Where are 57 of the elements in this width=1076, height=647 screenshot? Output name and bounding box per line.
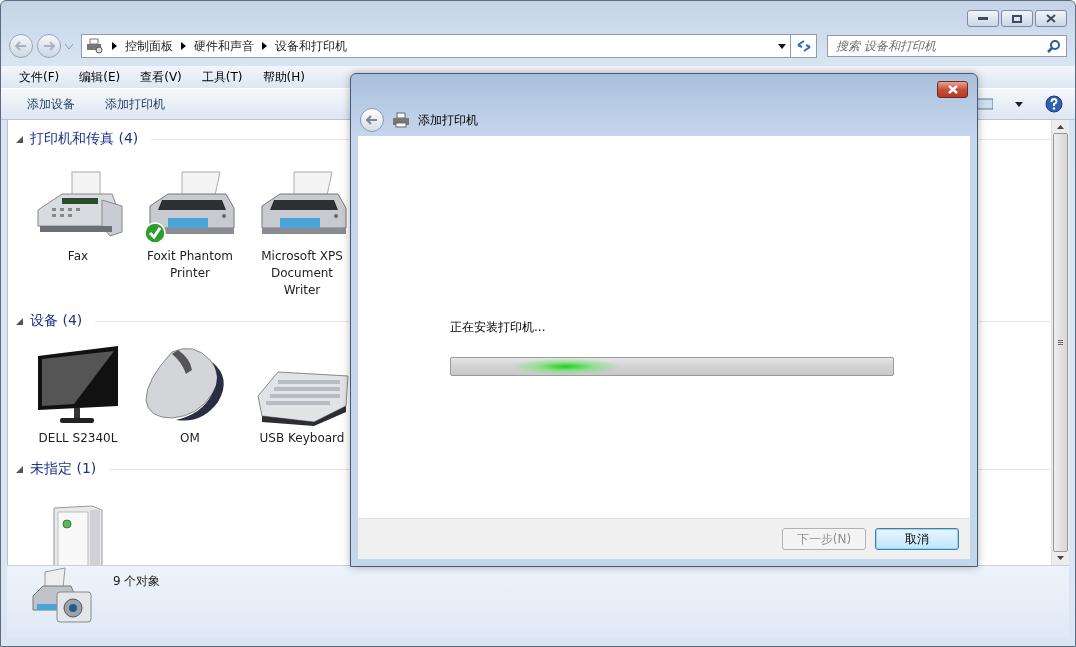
device-label: Fax <box>66 248 90 265</box>
toolbar-button[interactable]: 添加打印机 <box>95 91 175 117</box>
back-arrow-icon <box>15 41 27 51</box>
default-check-icon <box>144 222 166 244</box>
group-header[interactable]: 未指定 (1) <box>30 460 97 478</box>
printer-icon <box>392 112 410 128</box>
breadcrumb[interactable]: 设备和打印机 <box>275 37 347 55</box>
group-header[interactable]: 设备 (4) <box>30 312 83 330</box>
chevron-icon[interactable] <box>112 42 117 50</box>
scrollbar-thumb[interactable] <box>1053 133 1068 552</box>
cancel-button[interactable]: 取消 <box>875 528 959 550</box>
refresh-button[interactable] <box>791 34 817 58</box>
toolbar-button[interactable]: 添加设备 <box>17 91 85 117</box>
item-count: 9 个对象 <box>113 573 161 590</box>
printer-camera-icon <box>31 566 95 626</box>
dropdown-arrow-icon[interactable] <box>1015 101 1023 107</box>
close-icon <box>1046 14 1056 23</box>
device-label: USB Keyboard <box>258 430 346 447</box>
close-button[interactable] <box>1035 10 1067 27</box>
back-arrow-icon <box>366 115 378 125</box>
dialog-title: 添加打印机 <box>418 111 478 129</box>
breadcrumb[interactable]: 控制面板 <box>125 37 173 55</box>
collapse-triangle-icon[interactable] <box>16 135 23 143</box>
group-header[interactable]: 打印机和传真 (4) <box>30 130 139 148</box>
collapse-triangle-icon[interactable] <box>16 317 23 325</box>
collapse-triangle-icon[interactable] <box>16 465 23 473</box>
chevron-icon[interactable] <box>262 42 267 50</box>
dropdown-arrow-icon[interactable] <box>778 43 786 49</box>
maximize-icon <box>1012 14 1022 23</box>
forward-arrow-icon <box>43 41 55 51</box>
menu-item[interactable]: 工具(T) <box>191 68 253 86</box>
device-label: DELL S2340L <box>37 430 119 447</box>
search-icon <box>1047 40 1060 53</box>
grip-icon <box>1058 339 1063 346</box>
back-button[interactable] <box>360 108 384 132</box>
printer-camera-icon <box>86 38 104 54</box>
device-label: Microsoft XPS Document Writer <box>260 248 344 299</box>
search-field[interactable]: 搜索 设备和打印机 <box>827 35 1067 57</box>
view-icon[interactable] <box>977 98 993 110</box>
menu-item[interactable]: 编辑(E) <box>69 68 131 86</box>
scroll-down-icon[interactable] <box>1057 556 1064 560</box>
install-status-text: 正在安装打印机... <box>450 319 547 336</box>
device-label: Foxit Phantom Printer <box>146 248 234 282</box>
menu-item[interactable]: 查看(V) <box>130 68 192 86</box>
close-icon <box>946 84 959 94</box>
chevron-icon[interactable] <box>181 42 186 50</box>
breadcrumb[interactable]: 硬件和声音 <box>194 37 254 55</box>
close-button[interactable] <box>937 80 968 98</box>
scroll-up-icon[interactable] <box>1057 125 1064 129</box>
menu-item[interactable]: 帮助(H) <box>252 68 315 86</box>
help-icon[interactable] <box>1045 95 1063 113</box>
address-bar[interactable]: 控制面板 硬件和声音 设备和打印机 <box>81 34 791 58</box>
minimize-button[interactable] <box>967 10 999 27</box>
minimize-icon <box>978 16 988 21</box>
maximize-button[interactable] <box>1001 10 1033 27</box>
device-label: OM <box>179 430 201 447</box>
menu-item[interactable]: 文件(F) <box>9 68 70 86</box>
